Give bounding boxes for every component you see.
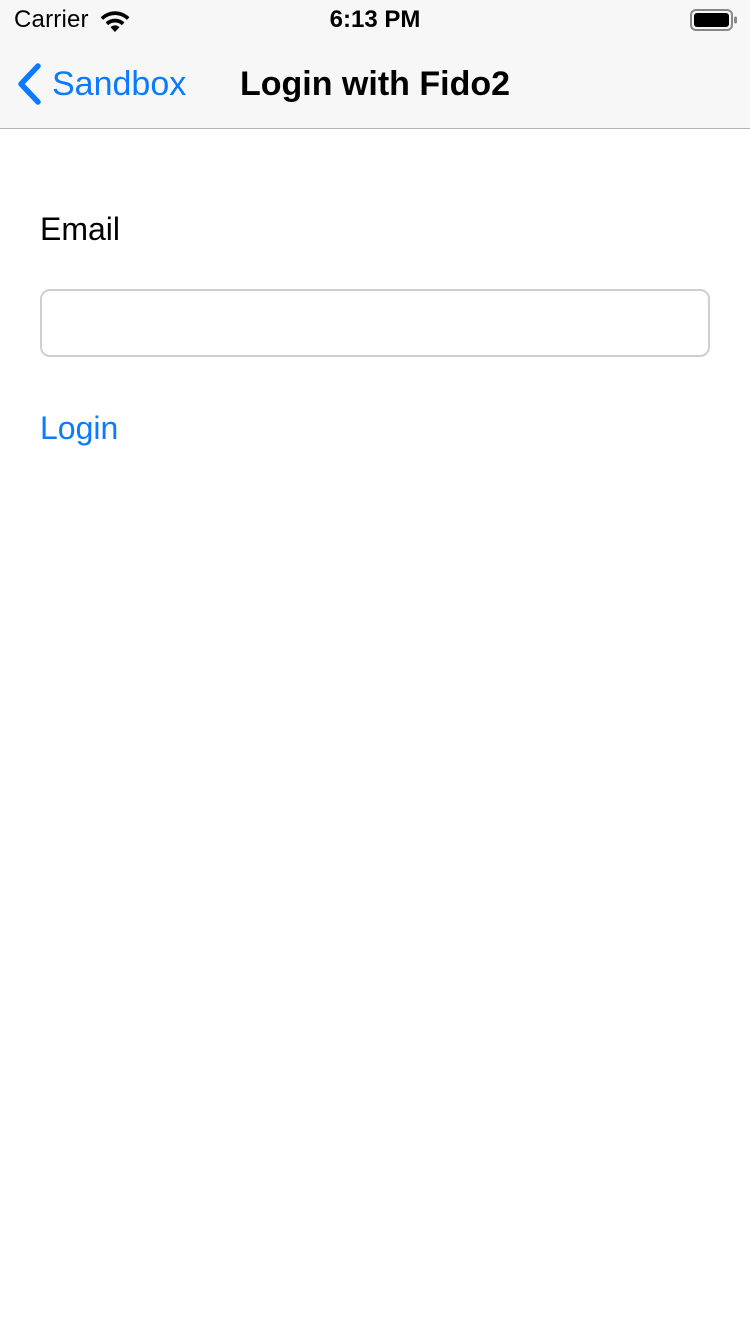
login-button[interactable]: Login <box>40 406 118 450</box>
email-field[interactable] <box>40 289 710 357</box>
email-label: Email <box>40 211 121 247</box>
navigation-bar: Sandbox Login with Fido2 <box>0 40 750 129</box>
page-title: Login with Fido2 <box>239 65 511 103</box>
screen: Carrier 6:13 PM Sandbox Login with Fido2… <box>0 0 750 1334</box>
status-time: 6:13 PM <box>329 6 421 33</box>
status-bar: Carrier 6:13 PM <box>0 0 750 40</box>
battery-icon <box>690 9 737 31</box>
